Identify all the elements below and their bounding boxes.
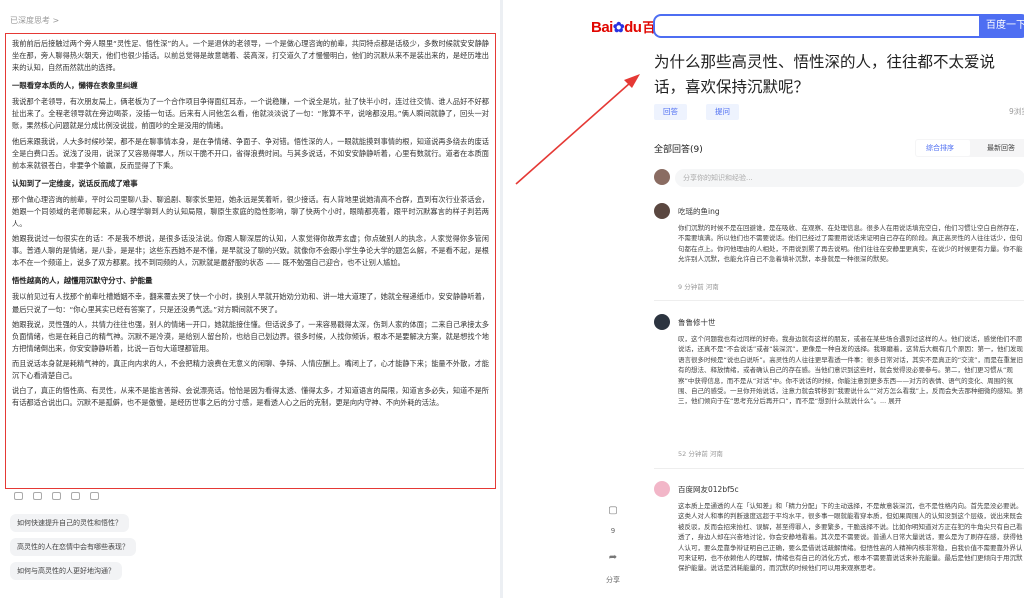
- section-heading: 认知到了一定维度，说话反而成了难事: [12, 178, 138, 188]
- suggestion-chip[interactable]: 如何快速提升自己的灵性和悟性？: [10, 514, 129, 532]
- ask-tag-button[interactable]: 提问: [706, 104, 739, 120]
- suggestion-chip[interactable]: 高灵性的人在恋情中会有哪些表现？: [10, 538, 136, 556]
- comment-input[interactable]: 分享你的知识和经验...: [675, 169, 1024, 187]
- section-heading: 一眼看穿本质的人，懒得在表象里纠缠: [12, 81, 138, 91]
- answer-intro: 我前前后后接触过两个旁人眼里“灵性足、悟性深”的人。一个是退休的老领导，一个是做…: [12, 39, 489, 73]
- comment-icon[interactable]: ▢: [606, 505, 620, 516]
- share-arrow-icon[interactable]: ➦: [606, 552, 620, 563]
- answer-outro: 说白了，真正的悟性高、有灵性，从来不是能言善辩、会说漂亮话。恰恰是因为看得太透、…: [12, 386, 489, 408]
- answer-meta: 52 分钟前 河南: [678, 450, 723, 458]
- answer-author[interactable]: 百度网友012bf5c: [678, 484, 739, 495]
- question-title: 为什么那些高灵性、悟性深的人，往往都不太爱说话，喜欢保持沉默呢？: [654, 53, 996, 96]
- answer-author[interactable]: 鲁鲁修十世: [678, 317, 716, 328]
- answer-body: 这本质上是通透的人在「认知差」和「精力分配」下的主动选择，不是故意装深沉，也不是…: [678, 502, 1023, 573]
- answer-item: 吃瑶的鱼ing 你们沉默的时候不是在回避谁，是在吸收、在观察、在处理信息。很多人…: [654, 203, 1024, 291]
- share-label[interactable]: 分享: [600, 575, 626, 585]
- answer-paragraph: 我说那个老领导，有次朋友局上，俩老板为了一个合作项目争得面红耳赤，一个说稳赚，一…: [12, 97, 489, 131]
- search-input[interactable]: [653, 14, 983, 38]
- suggestion-chip[interactable]: 如何与高灵性的人更好地沟通？: [10, 562, 122, 580]
- answer-author[interactable]: 吃瑶的鱼ing: [678, 206, 720, 217]
- answer-body: 你们沉默的时候不是在回避谁，是在吸收、在观察、在处理信息。很多人在用说话填充空白…: [678, 224, 1023, 264]
- all-answers-heading: 全部回答(9): [654, 145, 703, 155]
- sort-comprehensive[interactable]: 综合排序: [926, 143, 954, 153]
- share-icon[interactable]: [33, 492, 42, 500]
- answer-item: 鲁鲁修十世 叹，这个问题我也有过同样的好奇。我身边就有这样的朋友，或者在某些场合…: [654, 314, 1024, 462]
- answer-paragraph: 而且说话本身就是耗精气神的，真正向内求的人，不会把精力浪费在无意义的闲聊、争辩、…: [12, 358, 489, 380]
- answer-paragraph: 那个做心理咨询的前辈，平时公司里聊八卦、聊追剧、聊家长里短，她永远是笑着听，很少…: [12, 194, 489, 229]
- avatar: [654, 169, 670, 185]
- answer-item: 百度网友012bf5c 这本质上是通透的人在「认知差」和「精力分配」下的主动选择…: [654, 481, 1024, 598]
- section-heading: 悟性越高的人，越懂用沉默守分寸、护能量: [12, 276, 153, 286]
- comment-count: 9: [610, 527, 616, 535]
- thumbs-up-icon[interactable]: [52, 492, 61, 500]
- answer-tag-button[interactable]: 回答: [654, 104, 687, 120]
- separator: [654, 468, 1024, 469]
- ai-chat-pane: 已深度思考 > 我前前后后接触过两个旁人眼里“灵性足、悟性深”的人。一个是退休的…: [0, 0, 500, 598]
- answer-paragraph: 她跟我说过一句很实在的话：不是我不想说，是很多话没法说。你跟人聊深层的认知，人家…: [12, 234, 489, 268]
- separator: [654, 300, 1024, 301]
- deep-thinking-toggle[interactable]: 已深度思考 >: [10, 15, 59, 26]
- answer-body: 叹，这个问题我也有过同样的好奇。我身边就有这样的朋友，或者在某些场合遇到过这样的…: [678, 335, 1023, 406]
- answer-paragraph: 他后来跟我说，人大多时候吵架，都不是在聊事情本身，是在争情绪、争面子、争对错。悟…: [12, 136, 489, 170]
- avatar[interactable]: [654, 314, 670, 330]
- view-count: 9浏览: [1009, 107, 1024, 116]
- paw-icon: ✿: [612, 19, 625, 35]
- copy-icon[interactable]: [14, 492, 23, 500]
- answer-meta: 9 分钟前 河南: [678, 283, 719, 291]
- sort-latest[interactable]: 最新回答: [987, 143, 1015, 153]
- thumbs-down-icon[interactable]: [71, 492, 80, 500]
- screen: 已深度思考 > 我前前后后接触过两个旁人眼里“灵性足、悟性深”的人。一个是退休的…: [0, 0, 1024, 598]
- answer-paragraph: 我以前见过有人找那个前辈吐槽婚姻不幸，翻来覆去哭了快一个小时，换别人早就开始劝分…: [12, 292, 489, 314]
- answer-actions: [14, 492, 99, 500]
- regenerate-icon[interactable]: [90, 492, 99, 500]
- avatar[interactable]: [654, 481, 670, 497]
- ai-answer-highlight: 我前前后后接触过两个旁人眼里“灵性足、悟性深”的人。一个是退休的老领导，一个是做…: [5, 33, 496, 489]
- baidu-zhidao-pane: Bai✿du百度 百度一下 为什么那些高灵性、悟性深的人，往往都不太爱说话，喜欢…: [503, 0, 1024, 598]
- avatar[interactable]: [654, 203, 670, 219]
- search-button[interactable]: 百度一下: [979, 14, 1024, 38]
- answer-paragraph: 她跟我说，灵性强的人，共情力往往也强，别人的情绪一开口，她就能接住懂。但话说多了…: [12, 319, 489, 353]
